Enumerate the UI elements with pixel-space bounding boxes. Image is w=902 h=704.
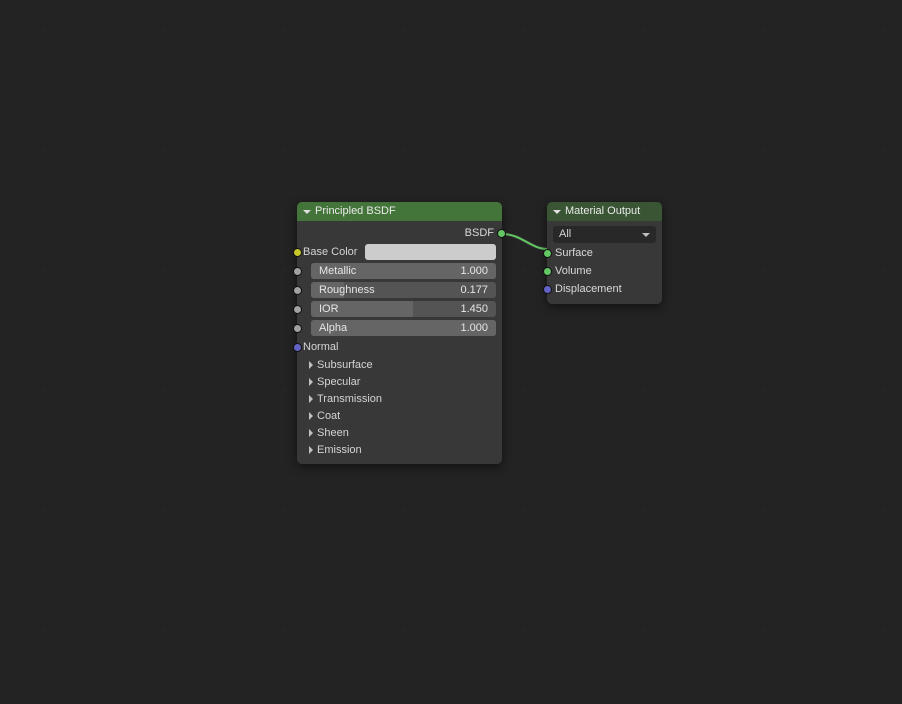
field-label: Metallic [319, 263, 356, 279]
node-body: All Surface Volume Displacement [547, 221, 662, 304]
slider-ior[interactable]: IOR 1.450 [311, 301, 496, 317]
field-label: Base Color [303, 246, 357, 258]
field-label: Alpha [319, 320, 347, 336]
panel-label: Coat [317, 410, 340, 422]
chevron-right-icon [309, 429, 313, 437]
dropdown-value: All [559, 226, 571, 243]
chevron-down-icon [553, 210, 561, 214]
chevron-right-icon [309, 395, 313, 403]
panel-transmission[interactable]: Transmission [303, 390, 496, 407]
socket-float-in[interactable] [293, 324, 302, 333]
panel-subsurface[interactable]: Subsurface [303, 356, 496, 373]
field-label: Roughness [319, 282, 375, 298]
chevron-down-icon [303, 210, 311, 214]
panel-specular[interactable]: Specular [303, 373, 496, 390]
node-title: Principled BSDF [315, 202, 396, 221]
socket-float-in[interactable] [293, 286, 302, 295]
panel-label: Transmission [317, 393, 382, 405]
target-row: All [553, 225, 656, 244]
panel-label: Specular [317, 376, 360, 388]
input-ior: IOR 1.450 [303, 300, 496, 318]
panel-emission[interactable]: Emission [303, 441, 496, 458]
field-value: 0.177 [460, 282, 488, 298]
panel-sheen[interactable]: Sheen [303, 424, 496, 441]
socket-float-in[interactable] [293, 305, 302, 314]
color-swatch[interactable] [365, 244, 496, 260]
input-volume[interactable]: Volume [553, 262, 656, 280]
chevron-right-icon [309, 361, 313, 369]
slider-roughness[interactable]: Roughness 0.177 [311, 282, 496, 298]
node-body: BSDF Base Color Metallic 1.000 [297, 221, 502, 464]
output-label: BSDF [465, 227, 494, 239]
input-normal: Normal [303, 338, 496, 356]
input-label: Volume [555, 265, 592, 277]
field-value: 1.450 [460, 301, 488, 317]
input-label: Surface [555, 247, 593, 259]
slider-metallic[interactable]: Metallic 1.000 [311, 263, 496, 279]
node-principled-bsdf[interactable]: Principled BSDF BSDF Base Color Metallic [297, 202, 502, 464]
input-base-color: Base Color [303, 243, 496, 261]
socket-shader-in[interactable] [543, 249, 552, 258]
socket-shader-out[interactable] [497, 229, 506, 238]
panel-label: Sheen [317, 427, 349, 439]
node-header[interactable]: Principled BSDF [297, 202, 502, 221]
node-title: Material Output [565, 202, 640, 221]
panel-coat[interactable]: Coat [303, 407, 496, 424]
chevron-right-icon [309, 446, 313, 454]
field-label: Normal [303, 341, 338, 353]
input-roughness: Roughness 0.177 [303, 281, 496, 299]
panel-label: Subsurface [317, 359, 373, 371]
output-bsdf[interactable]: BSDF [303, 224, 496, 242]
field-value: 1.000 [460, 320, 488, 336]
socket-color-in[interactable] [293, 248, 302, 257]
slider-alpha[interactable]: Alpha 1.000 [311, 320, 496, 336]
input-surface[interactable]: Surface [553, 244, 656, 262]
panel-label: Emission [317, 444, 362, 456]
chevron-down-icon [642, 233, 650, 237]
chevron-right-icon [309, 412, 313, 420]
input-displacement[interactable]: Displacement [553, 280, 656, 298]
socket-float-in[interactable] [293, 267, 302, 276]
chevron-right-icon [309, 378, 313, 386]
socket-shader-in[interactable] [543, 267, 552, 276]
input-metallic: Metallic 1.000 [303, 262, 496, 280]
socket-vector-in[interactable] [293, 343, 302, 352]
node-material-output[interactable]: Material Output All Surface Volume [547, 202, 662, 304]
field-label: IOR [319, 301, 339, 317]
input-label: Displacement [555, 283, 622, 295]
field-value: 1.000 [460, 263, 488, 279]
target-dropdown[interactable]: All [553, 226, 656, 243]
input-alpha: Alpha 1.000 [303, 319, 496, 337]
node-editor-canvas[interactable]: Principled BSDF BSDF Base Color Metallic [0, 0, 902, 704]
socket-vector-in[interactable] [543, 285, 552, 294]
node-header[interactable]: Material Output [547, 202, 662, 221]
